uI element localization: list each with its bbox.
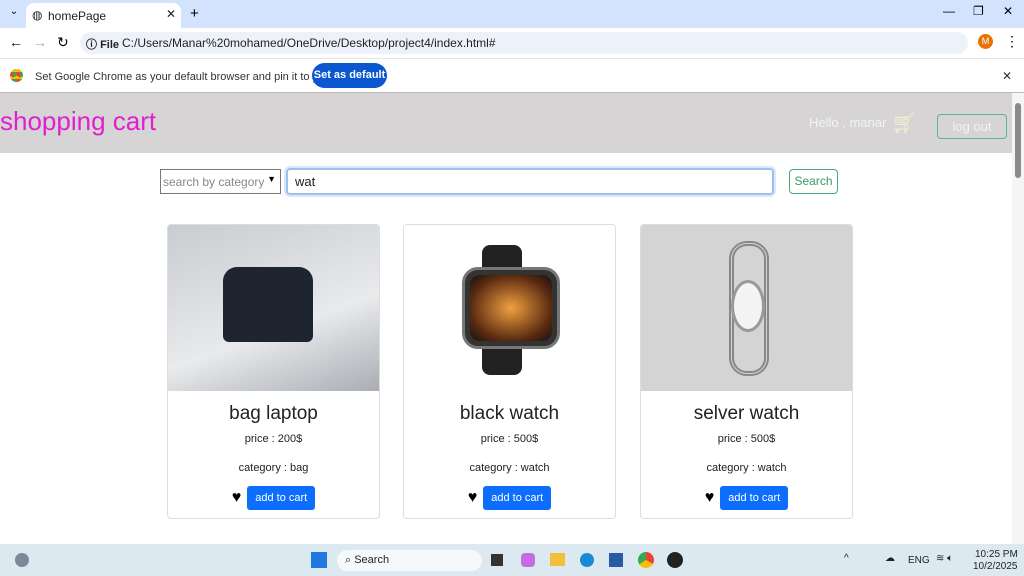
tray-chevron-icon[interactable]: ^ <box>844 553 849 564</box>
category-placeholder: search by category <box>163 175 265 189</box>
product-card: selver watch price : 500$ category : wat… <box>640 224 853 519</box>
widgets-icon[interactable] <box>15 553 29 567</box>
close-tab-icon[interactable]: ✕ <box>166 7 176 21</box>
site-title: shopping cart <box>0 106 157 136</box>
search-button[interactable]: Search <box>789 169 838 194</box>
product-image-bag <box>168 225 379 391</box>
new-tab-icon[interactable]: + <box>190 5 199 22</box>
product-card: bag laptop price : 200$ category : bag ♥… <box>167 224 380 519</box>
product-card: black watch price : 500$ category : watc… <box>403 224 616 519</box>
clock-time[interactable]: 10:25 PM <box>975 549 1018 560</box>
product-name: selver watch <box>693 403 800 424</box>
product-category: category : watch <box>469 462 550 474</box>
product-image-silver-watch <box>641 225 852 391</box>
scrollbar[interactable] <box>1012 93 1024 544</box>
product-price: price : 500$ <box>480 433 539 445</box>
task-view-icon[interactable] <box>491 554 503 566</box>
product-category: category : bag <box>238 462 309 474</box>
add-to-cart-button[interactable]: add to cart <box>483 486 552 510</box>
tab-strip: ⌄ ◍ homePage ✕ + — ❐ ✕ <box>0 0 1024 28</box>
windows-start-icon[interactable] <box>311 552 327 568</box>
reload-icon[interactable]: ↻ <box>57 34 69 51</box>
tab-title: homePage <box>48 9 107 23</box>
product-image-black-watch <box>404 225 615 391</box>
heart-icon[interactable]: ♥ <box>705 489 715 507</box>
chrome-taskbar-icon[interactable] <box>638 552 654 568</box>
product-category: category : watch <box>706 462 787 474</box>
wifi-volume-icon[interactable]: ≋ 🔈︎ <box>936 553 953 564</box>
close-window-icon[interactable]: ✕ <box>1003 4 1013 18</box>
heart-icon[interactable]: ♥ <box>232 489 242 507</box>
add-to-cart-button[interactable]: add to cart <box>247 486 316 510</box>
search-input[interactable]: wat <box>286 168 774 195</box>
logout-button[interactable]: log out <box>937 114 1007 139</box>
greeting: Hello , manar <box>809 115 887 130</box>
caret-down-icon: ▼ <box>267 174 276 184</box>
forward-icon[interactable]: → <box>33 34 47 50</box>
product-name: bag laptop <box>229 403 318 424</box>
heart-icon[interactable]: ♥ <box>468 489 478 507</box>
url-text: C:/Users/Manar%20mohamed/OneDrive/Deskto… <box>122 36 496 50</box>
taskbar-search[interactable]: ⌕ Search <box>337 550 482 571</box>
address-bar[interactable]: ⓘ File C:/Users/Manar%20mohamed/OneDrive… <box>80 32 968 54</box>
scrollbar-thumb[interactable] <box>1015 103 1021 178</box>
category-select[interactable]: search by category ▼ <box>160 169 281 194</box>
page-content: shopping cart Hello , manar 🛒︎ log out s… <box>0 93 1012 544</box>
restore-icon[interactable]: ❐ <box>973 4 984 18</box>
onedrive-icon[interactable]: ☁ <box>885 553 895 564</box>
set-as-default-button[interactable]: Set as default <box>312 63 387 88</box>
language-indicator[interactable]: ENG <box>908 555 930 566</box>
copilot-icon[interactable] <box>521 553 535 567</box>
clock-date[interactable]: 10/2/2025 <box>973 561 1018 572</box>
file-label: File <box>100 39 120 51</box>
add-to-cart-button[interactable]: add to cart <box>720 486 789 510</box>
minimize-icon[interactable]: — <box>943 4 955 18</box>
site-header: shopping cart Hello , manar 🛒︎ log out <box>0 93 1012 153</box>
close-infobar-icon[interactable]: ✕ <box>1002 69 1012 83</box>
media-player-icon[interactable] <box>667 552 683 568</box>
edge-icon[interactable] <box>580 553 594 567</box>
product-price: price : 500$ <box>717 433 776 445</box>
store-icon[interactable] <box>609 553 623 567</box>
chrome-icon <box>10 69 23 82</box>
menu-icon[interactable]: ⋮ <box>1005 33 1019 50</box>
site-info-chip[interactable]: ⓘ File <box>86 36 119 52</box>
product-name: black watch <box>459 403 560 424</box>
file-explorer-icon[interactable] <box>550 553 565 566</box>
tab-homepage[interactable]: ◍ homePage ✕ <box>26 3 181 28</box>
product-price: price : 200$ <box>244 433 303 445</box>
taskbar: ⌕ Search ^ ☁ ENG ≋ 🔈︎ 10:25 PM 10/2/2025 <box>0 544 1024 576</box>
back-icon[interactable]: ← <box>9 34 23 50</box>
profile-avatar[interactable]: M <box>978 34 993 49</box>
tab-search-icon[interactable]: ⌄ <box>6 6 22 22</box>
globe-icon: ◍ <box>32 8 43 22</box>
default-browser-infobar: Set Google Chrome as your default browse… <box>0 58 1024 93</box>
cart-icon[interactable]: 🛒︎ <box>891 111 916 136</box>
taskbar-search-label: Search <box>354 554 390 566</box>
